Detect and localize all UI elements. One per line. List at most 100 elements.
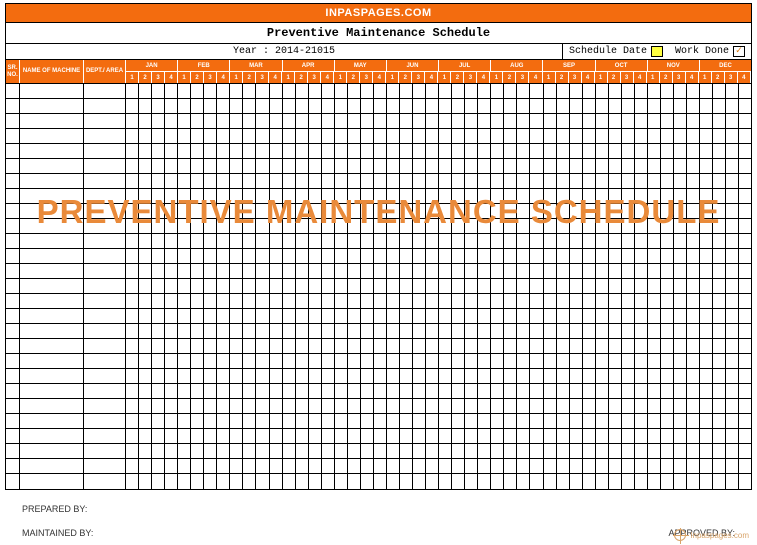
cell-week[interactable]: [517, 189, 530, 203]
cell-week[interactable]: [648, 309, 661, 323]
cell-week[interactable]: [191, 144, 204, 158]
cell-week[interactable]: [557, 99, 570, 113]
cell-week[interactable]: [452, 249, 465, 263]
cell-sr[interactable]: [6, 174, 20, 188]
cell-week[interactable]: [583, 159, 596, 173]
cell-week[interactable]: [309, 339, 322, 353]
cell-week[interactable]: [139, 444, 152, 458]
cell-week[interactable]: [491, 309, 504, 323]
cell-week[interactable]: [648, 144, 661, 158]
cell-week[interactable]: [609, 429, 622, 443]
cell-week[interactable]: [178, 444, 191, 458]
cell-week[interactable]: [230, 414, 243, 428]
cell-week[interactable]: [739, 159, 751, 173]
cell-week[interactable]: [230, 399, 243, 413]
cell-week[interactable]: [491, 294, 504, 308]
cell-week[interactable]: [230, 369, 243, 383]
cell-week[interactable]: [387, 189, 400, 203]
cell-week[interactable]: [661, 309, 674, 323]
cell-week[interactable]: [152, 354, 165, 368]
cell-week[interactable]: [713, 324, 726, 338]
cell-name[interactable]: [20, 189, 84, 203]
cell-sr[interactable]: [6, 204, 20, 218]
cell-name[interactable]: [20, 474, 84, 489]
cell-week[interactable]: [739, 459, 751, 473]
cell-week[interactable]: [622, 84, 635, 98]
cell-sr[interactable]: [6, 279, 20, 293]
cell-week[interactable]: [517, 459, 530, 473]
cell-week[interactable]: [739, 174, 751, 188]
cell-week[interactable]: [322, 114, 335, 128]
cell-week[interactable]: [256, 309, 269, 323]
cell-week[interactable]: [452, 219, 465, 233]
cell-week[interactable]: [322, 99, 335, 113]
cell-week[interactable]: [204, 264, 217, 278]
cell-week[interactable]: [491, 234, 504, 248]
cell-week[interactable]: [309, 204, 322, 218]
cell-week[interactable]: [413, 189, 426, 203]
cell-week[interactable]: [413, 129, 426, 143]
cell-week[interactable]: [178, 129, 191, 143]
cell-name[interactable]: [20, 339, 84, 353]
cell-week[interactable]: [478, 429, 491, 443]
cell-week[interactable]: [491, 429, 504, 443]
cell-week[interactable]: [374, 84, 387, 98]
cell-week[interactable]: [478, 384, 491, 398]
cell-week[interactable]: [609, 189, 622, 203]
cell-week[interactable]: [583, 114, 596, 128]
cell-week[interactable]: [439, 369, 452, 383]
cell-week[interactable]: [400, 324, 413, 338]
cell-week[interactable]: [596, 174, 609, 188]
cell-week[interactable]: [400, 414, 413, 428]
cell-week[interactable]: [204, 249, 217, 263]
cell-week[interactable]: [126, 219, 139, 233]
cell-week[interactable]: [713, 279, 726, 293]
cell-week[interactable]: [309, 174, 322, 188]
cell-week[interactable]: [622, 129, 635, 143]
cell-week[interactable]: [230, 159, 243, 173]
cell-week[interactable]: [465, 114, 478, 128]
cell-week[interactable]: [139, 264, 152, 278]
cell-week[interactable]: [661, 114, 674, 128]
cell-week[interactable]: [413, 294, 426, 308]
cell-week[interactable]: [126, 339, 139, 353]
cell-week[interactable]: [517, 429, 530, 443]
cell-week[interactable]: [283, 399, 296, 413]
cell-week[interactable]: [439, 204, 452, 218]
cell-week[interactable]: [309, 429, 322, 443]
cell-week[interactable]: [465, 84, 478, 98]
cell-week[interactable]: [335, 249, 348, 263]
cell-week[interactable]: [687, 309, 700, 323]
cell-sr[interactable]: [6, 444, 20, 458]
cell-week[interactable]: [387, 309, 400, 323]
cell-week[interactable]: [491, 129, 504, 143]
cell-week[interactable]: [635, 414, 648, 428]
cell-week[interactable]: [256, 234, 269, 248]
cell-week[interactable]: [504, 399, 517, 413]
cell-week[interactable]: [439, 339, 452, 353]
cell-week[interactable]: [713, 414, 726, 428]
cell-week[interactable]: [126, 249, 139, 263]
cell-week[interactable]: [335, 99, 348, 113]
cell-week[interactable]: [478, 279, 491, 293]
cell-week[interactable]: [283, 84, 296, 98]
cell-week[interactable]: [361, 234, 374, 248]
cell-week[interactable]: [178, 324, 191, 338]
cell-week[interactable]: [348, 429, 361, 443]
cell-week[interactable]: [517, 204, 530, 218]
cell-week[interactable]: [713, 459, 726, 473]
cell-week[interactable]: [283, 339, 296, 353]
cell-week[interactable]: [596, 414, 609, 428]
cell-week[interactable]: [387, 129, 400, 143]
cell-dept[interactable]: [84, 234, 126, 248]
cell-week[interactable]: [400, 339, 413, 353]
cell-week[interactable]: [439, 384, 452, 398]
cell-week[interactable]: [309, 279, 322, 293]
cell-week[interactable]: [374, 459, 387, 473]
cell-week[interactable]: [426, 399, 439, 413]
cell-week[interactable]: [700, 129, 713, 143]
cell-week[interactable]: [517, 474, 530, 489]
cell-week[interactable]: [204, 309, 217, 323]
cell-week[interactable]: [256, 204, 269, 218]
cell-week[interactable]: [570, 339, 583, 353]
